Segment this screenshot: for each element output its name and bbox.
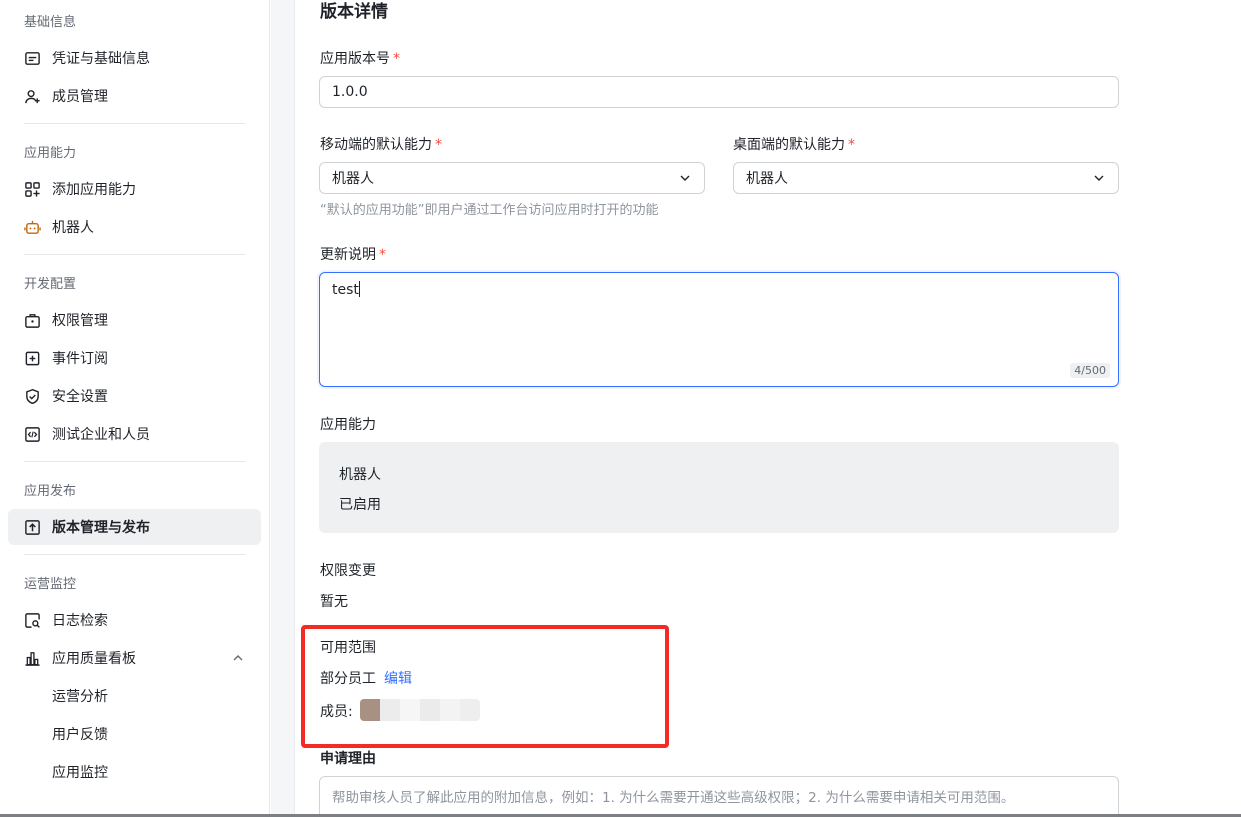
group-title-ops: 运营监控 (24, 577, 77, 592)
divider (24, 123, 245, 124)
sidebar-item-label: 凭证与基础信息 (52, 51, 150, 67)
char-counter: 4/500 (1070, 363, 1110, 378)
capability-label: 应用能力 (320, 417, 376, 433)
sidebar-item-label: 应用质量看板 (52, 651, 136, 667)
default-capability-hint: “默认的应用功能”即用户通过工作台访问应用时打开的功能 (320, 203, 659, 218)
scope-value: 部分员工 (320, 671, 376, 687)
sidebar-item-add-capability[interactable]: 添加应用能力 (8, 171, 261, 207)
mobile-default-label-text: 移动端的默认能力 (320, 137, 432, 153)
grid-plus-icon (24, 181, 41, 198)
sidebar-item-members[interactable]: 成员管理 (8, 78, 261, 114)
update-notes-value: test (332, 282, 359, 298)
desktop-default-label-text: 桌面端的默认能力 (733, 137, 845, 153)
code-box-icon (24, 426, 41, 443)
sidebar-item-credentials[interactable]: 凭证与基础信息 (8, 40, 261, 76)
sidebar-item-label: 权限管理 (52, 313, 108, 329)
sidebar-item-quality-board[interactable]: 应用质量看板 (8, 640, 261, 676)
divider (24, 554, 245, 555)
sidebar-item-permissions[interactable]: 权限管理 (8, 302, 261, 338)
sidebar-item-label: 运营分析 (52, 689, 108, 705)
content-gutter (271, 0, 295, 817)
sidebar: 基础信息 凭证与基础信息 成员管理 应用能力 添加应用能力 机器人 开发配置 权… (0, 0, 270, 817)
sidebar-item-version-release[interactable]: 版本管理与发布 (8, 509, 261, 545)
desktop-default-label: 桌面端的默认能力 * (733, 134, 855, 154)
add-user-icon (24, 88, 41, 105)
bar-chart-icon (24, 650, 41, 667)
section-title: 版本详情 (320, 2, 388, 22)
robot-icon (24, 219, 41, 236)
update-notes-label-text: 更新说明 (320, 247, 376, 263)
permission-change-value: 暂无 (320, 594, 348, 610)
permission-change-label: 权限变更 (320, 563, 376, 579)
group-title-basic: 基础信息 (24, 15, 77, 30)
required-mark: * (435, 137, 442, 153)
capability-status: 已启用 (339, 497, 381, 513)
sidebar-item-label: 测试企业和人员 (52, 427, 150, 443)
group-title-capability: 应用能力 (24, 146, 77, 161)
sidebar-subitem-app-monitor[interactable]: 应用监控 (8, 754, 261, 790)
version-input[interactable]: 1.0.0 (319, 76, 1119, 108)
event-plus-icon (24, 350, 41, 367)
update-notes-label: 更新说明 * (320, 244, 386, 264)
mobile-default-label: 移动端的默认能力 * (320, 134, 442, 154)
upload-box-icon (24, 519, 41, 536)
desktop-default-select[interactable]: 机器人 (733, 162, 1119, 194)
sidebar-item-test-enterprise[interactable]: 测试企业和人员 (8, 416, 261, 452)
scope-label: 可用范围 (320, 640, 376, 656)
sidebar-item-label: 安全设置 (52, 389, 108, 405)
mobile-default-select[interactable]: 机器人 (319, 162, 705, 194)
chevron-up-icon[interactable] (231, 651, 245, 665)
sidebar-item-label: 事件订阅 (52, 351, 108, 367)
capability-box: 机器人 已启用 (319, 442, 1119, 533)
reason-label: 申请理由 (320, 751, 376, 767)
desktop-default-value: 机器人 (746, 171, 788, 187)
mobile-default-value: 机器人 (332, 171, 374, 187)
version-label: 应用版本号 * (320, 48, 400, 68)
sidebar-item-security[interactable]: 安全设置 (8, 378, 261, 414)
reason-placeholder: 帮助审核人员了解此应用的附加信息，例如：1. 为什么需要开通这些高级权限；2. … (332, 790, 1015, 806)
version-detail-panel: 版本详情 应用版本号 * 1.0.0 移动端的默认能力 * 机器人 桌面端的默认能力… (296, 0, 1241, 817)
reason-textarea[interactable]: 帮助审核人员了解此应用的附加信息，例如：1. 为什么需要开通这些高级权限；2. … (319, 776, 1119, 817)
group-title-release: 应用发布 (24, 484, 77, 499)
required-mark: * (393, 51, 400, 67)
sidebar-item-label: 添加应用能力 (52, 182, 136, 198)
update-notes-text: test (332, 281, 360, 298)
sidebar-item-label: 日志检索 (52, 613, 108, 629)
scope-edit-link[interactable]: 编辑 (384, 668, 412, 688)
sidebar-item-label: 版本管理与发布 (52, 520, 150, 536)
sidebar-item-events[interactable]: 事件订阅 (8, 340, 261, 376)
sidebar-item-label: 成员管理 (52, 89, 108, 105)
id-card-icon (24, 50, 41, 67)
chevron-down-icon (1094, 175, 1104, 181)
text-caret (358, 281, 360, 297)
chevron-down-icon (680, 175, 690, 181)
members-label: 成员: (320, 704, 353, 720)
shield-check-icon (24, 388, 41, 405)
sidebar-subitem-ops-analysis[interactable]: 运营分析 (8, 678, 261, 714)
sidebar-item-label: 应用监控 (52, 765, 108, 781)
blurred-member-avatars (360, 699, 480, 721)
sidebar-item-label: 用户反馈 (52, 727, 108, 743)
briefcase-lock-icon (24, 312, 41, 329)
capability-name: 机器人 (339, 467, 381, 483)
divider (24, 461, 245, 462)
group-title-dev-config: 开发配置 (24, 277, 77, 292)
log-search-icon (24, 612, 41, 629)
sidebar-subitem-user-feedback[interactable]: 用户反馈 (8, 716, 261, 752)
update-notes-textarea[interactable]: test 4/500 (319, 272, 1119, 387)
sidebar-item-label: 机器人 (52, 220, 94, 236)
divider (24, 254, 245, 255)
required-mark: * (848, 137, 855, 153)
required-mark: * (379, 247, 386, 263)
sidebar-item-log-search[interactable]: 日志检索 (8, 602, 261, 638)
version-label-text: 应用版本号 (320, 51, 390, 67)
sidebar-item-bot[interactable]: 机器人 (8, 209, 261, 245)
version-input-value: 1.0.0 (332, 84, 368, 100)
